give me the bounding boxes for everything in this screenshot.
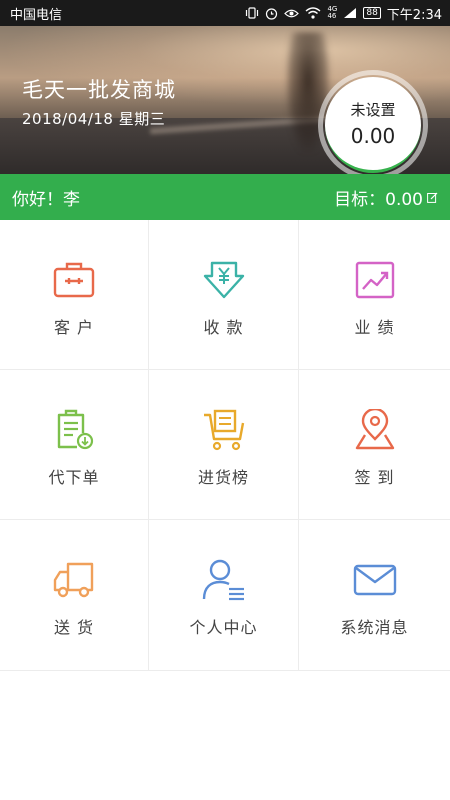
- status-icons: 4G 46 88 下午2:34: [245, 4, 442, 23]
- menu-item-label: 业 绩: [354, 318, 395, 337]
- menu-item-place-order[interactable]: 代下单: [0, 370, 149, 520]
- wifi-icon: [305, 7, 321, 19]
- current-date: 2018/04/18 星期三: [22, 110, 166, 128]
- menu-item-label: 代下单: [48, 468, 100, 487]
- signal-icon: [343, 7, 357, 19]
- network-type-label: 4G 46: [327, 5, 338, 20]
- status-bar: 中国电信 4G 46 88 下午2:34: [0, 0, 450, 26]
- shopping-cart-icon: [202, 409, 246, 451]
- goal-status-label: 未设置: [350, 101, 396, 119]
- goal-widget[interactable]: 未设置 0.00: [318, 70, 428, 174]
- envelope-icon: [353, 560, 397, 600]
- greeting-text: 你好！李: [12, 189, 80, 210]
- order-clipboard-icon: [52, 409, 96, 450]
- header-banner: 毛天一批发商城 2018/04/18 星期三 未设置 0.00: [0, 26, 450, 174]
- eye-icon: [284, 8, 300, 19]
- menu-item-payment[interactable]: 收 款: [149, 220, 299, 370]
- greeting-bar: 你好！李 目标：0.00: [0, 174, 450, 220]
- clock: 下午2:34: [386, 7, 442, 23]
- user-profile-icon: [202, 559, 246, 601]
- menu-item-customers[interactable]: 客 户: [0, 220, 149, 370]
- target-edit-button[interactable]: 目标：0.00: [334, 185, 438, 210]
- menu-item-personal-center[interactable]: 个人中心: [149, 520, 299, 671]
- feature-grid: 客 户 收 款 业 绩 代下单 进货榜 签 到 送 货 个人中心 系统消息: [0, 220, 450, 671]
- trend-chart-icon: [353, 260, 397, 300]
- briefcase-icon: [52, 260, 96, 300]
- menu-item-label: 个人中心: [189, 618, 258, 637]
- menu-item-delivery[interactable]: 送 货: [0, 520, 149, 671]
- vibrate-icon: [245, 7, 259, 19]
- menu-item-check-in[interactable]: 签 到: [299, 370, 450, 520]
- goal-value: 0.00: [350, 124, 396, 148]
- truck-icon: [52, 560, 96, 600]
- store-name: 毛天一批发商城: [22, 78, 176, 102]
- menu-item-label: 签 到: [354, 468, 395, 487]
- menu-item-label: 系统消息: [340, 618, 409, 637]
- menu-item-purchase-ranking[interactable]: 进货榜: [149, 370, 299, 520]
- menu-item-performance[interactable]: 业 绩: [299, 220, 450, 370]
- target-label: 目标：0.00: [334, 189, 423, 210]
- battery-indicator: 88: [363, 7, 381, 19]
- goal-circle[interactable]: 未设置 0.00: [325, 77, 421, 173]
- edit-icon[interactable]: [427, 192, 438, 203]
- menu-item-label: 送 货: [53, 618, 95, 637]
- alarm-icon: [265, 7, 278, 20]
- location-pin-icon: [353, 409, 397, 450]
- menu-item-label: 客 户: [53, 318, 95, 337]
- carrier-name: 中国电信: [10, 7, 63, 23]
- yen-arrow-icon: [202, 260, 246, 300]
- menu-item-label: 进货榜: [197, 468, 249, 487]
- menu-item-system-messages[interactable]: 系统消息: [299, 520, 450, 671]
- menu-item-label: 收 款: [203, 318, 244, 337]
